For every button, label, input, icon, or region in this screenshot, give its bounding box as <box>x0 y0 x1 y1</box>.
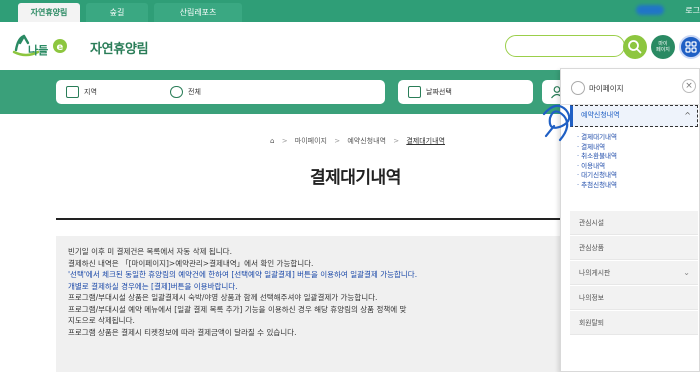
date-select[interactable]: 날짜선택 <box>398 80 533 104</box>
search-input[interactable] <box>505 35 625 57</box>
panel-item-my-board[interactable]: 나의게시판 ⌄ <box>570 261 698 285</box>
notice-line: 프로그램/부대시설 상품은 일괄결제시 숙박/야영 상품과 함께 선택해주셔야 … <box>68 293 378 302</box>
submenu-item[interactable]: · 취소환불내역 <box>577 152 617 162</box>
forest-select[interactable]: 전체 <box>160 80 385 104</box>
page-title: 결제대기내역 <box>310 168 401 188</box>
tab-forest-sports[interactable]: 산림레포츠 <box>154 3 242 22</box>
panel-item-reservations[interactable]: 예약신청내역 ^ <box>570 105 698 127</box>
panel-item-favorite-products[interactable]: 관심상품 <box>570 236 698 260</box>
svg-text:e: e <box>57 42 64 53</box>
mypage-side-panel: 마이페이지 × 예약신청내역 ^ · 결제대기내역 · 결제내역 · 취소환불내… <box>560 68 700 372</box>
notice-line: 프로그램 상품은 결제시 티켓정보에 따라 결제금액이 달라질 수 있습니다. <box>68 327 297 337</box>
breadcrumb-separator: > <box>281 137 288 145</box>
map-icon <box>66 86 79 98</box>
mypage-button[interactable]: 마이 페이지 <box>651 35 675 59</box>
top-tab-bar: 자연휴양림 숲길 산림레포츠 로그 <box>0 0 700 22</box>
notice-line: 개별로 결제하실 경우에는 [결제]버튼을 이용바랍니다. <box>68 281 238 291</box>
close-icon[interactable]: × <box>682 79 696 93</box>
date-select-label: 날짜선택 <box>426 88 452 96</box>
title-divider <box>56 218 566 220</box>
reservation-submenu: · 결제대기내역 · 결제내역 · 취소환불내역 · 이용내역 · 대기신청내역… <box>577 133 617 191</box>
breadcrumb-separator: > <box>393 137 400 145</box>
svg-text:나들: 나들 <box>28 43 48 57</box>
notice-line: 결제하신 내역은 「[마이페이지]>예약관리>결제내역」에서 확인 가능합니다. <box>68 258 314 268</box>
panel-item-favorite-facilities[interactable]: 관심시설 <box>570 211 698 235</box>
submenu-item[interactable]: · 이용내역 <box>577 162 617 172</box>
search-icon <box>628 40 642 54</box>
forest-select-label: 전체 <box>188 88 201 96</box>
search-button[interactable] <box>623 35 647 59</box>
breadcrumb-current[interactable]: 결제대기내역 <box>406 137 445 145</box>
submenu-item[interactable]: · 결제대기내역 <box>577 133 617 143</box>
breadcrumb-separator: > <box>334 137 341 145</box>
site-title[interactable]: 자연휴양림 <box>90 38 149 57</box>
home-icon[interactable]: ⌂ <box>270 137 274 145</box>
site-logo[interactable]: 나들 e <box>12 30 68 62</box>
logo-icon: 나들 e <box>12 34 67 57</box>
panel-header: 마이페이지 × <box>561 69 700 105</box>
panel-title: 마이페이지 <box>589 84 624 93</box>
submenu-item[interactable]: · 추첨신청내역 <box>577 181 617 191</box>
notice-line: '선택'에서 체크된 동일한 휴양림의 예약건에 한하여 [선택예약 일괄결제]… <box>68 270 418 279</box>
notice-line: 빈기일 이후 미 결제건은 목록에서 자동 삭제 됩니다. <box>68 247 232 256</box>
search-icon <box>170 86 183 98</box>
grid-menu-icon <box>685 41 697 53</box>
tab-recreation-forest[interactable]: 자연휴양림 <box>18 3 80 22</box>
chevron-up-icon: ^ <box>684 111 691 120</box>
breadcrumb: ⌂ > 마이페이지 > 예약신청내역 > 결제대기내역 <box>270 136 450 146</box>
panel-item-reservations-label: 예약신청내역 <box>581 111 620 119</box>
breadcrumb-reservations[interactable]: 예약신청내역 <box>347 137 386 145</box>
panel-item-my-info[interactable]: 나의정보 <box>570 286 698 310</box>
notice-line: 프로그램/부대시설 예약 메뉴에서 [일괄 결제 목록 추가] 기능을 이용하신… <box>68 304 407 314</box>
submenu-item[interactable]: · 대기신청내역 <box>577 171 617 181</box>
user-name-blurred <box>636 5 664 15</box>
notice-box: 빈기일 이후 미 결제건은 목록에서 자동 삭제 됩니다. 결제하신 내역은 「… <box>56 236 566 372</box>
mypage-button-label-2: 페이지 <box>656 47 670 53</box>
breadcrumb-mypage[interactable]: 마이페이지 <box>295 137 327 145</box>
submenu-item[interactable]: · 결제내역 <box>577 143 617 153</box>
user-avatar-icon <box>571 81 585 95</box>
region-select[interactable]: 지역 <box>56 80 171 104</box>
calendar-icon <box>408 86 421 98</box>
region-select-label: 지역 <box>84 88 97 96</box>
tab-forest-trail[interactable]: 숲길 <box>86 3 148 22</box>
notice-line: 지도으로 삭제됩니다. <box>68 316 135 325</box>
panel-item-withdraw[interactable]: 회원탈퇴 <box>570 311 698 335</box>
all-menu-button[interactable] <box>679 35 700 59</box>
login-link[interactable]: 로그 <box>685 3 700 19</box>
chevron-down-icon: ⌄ <box>683 268 690 277</box>
